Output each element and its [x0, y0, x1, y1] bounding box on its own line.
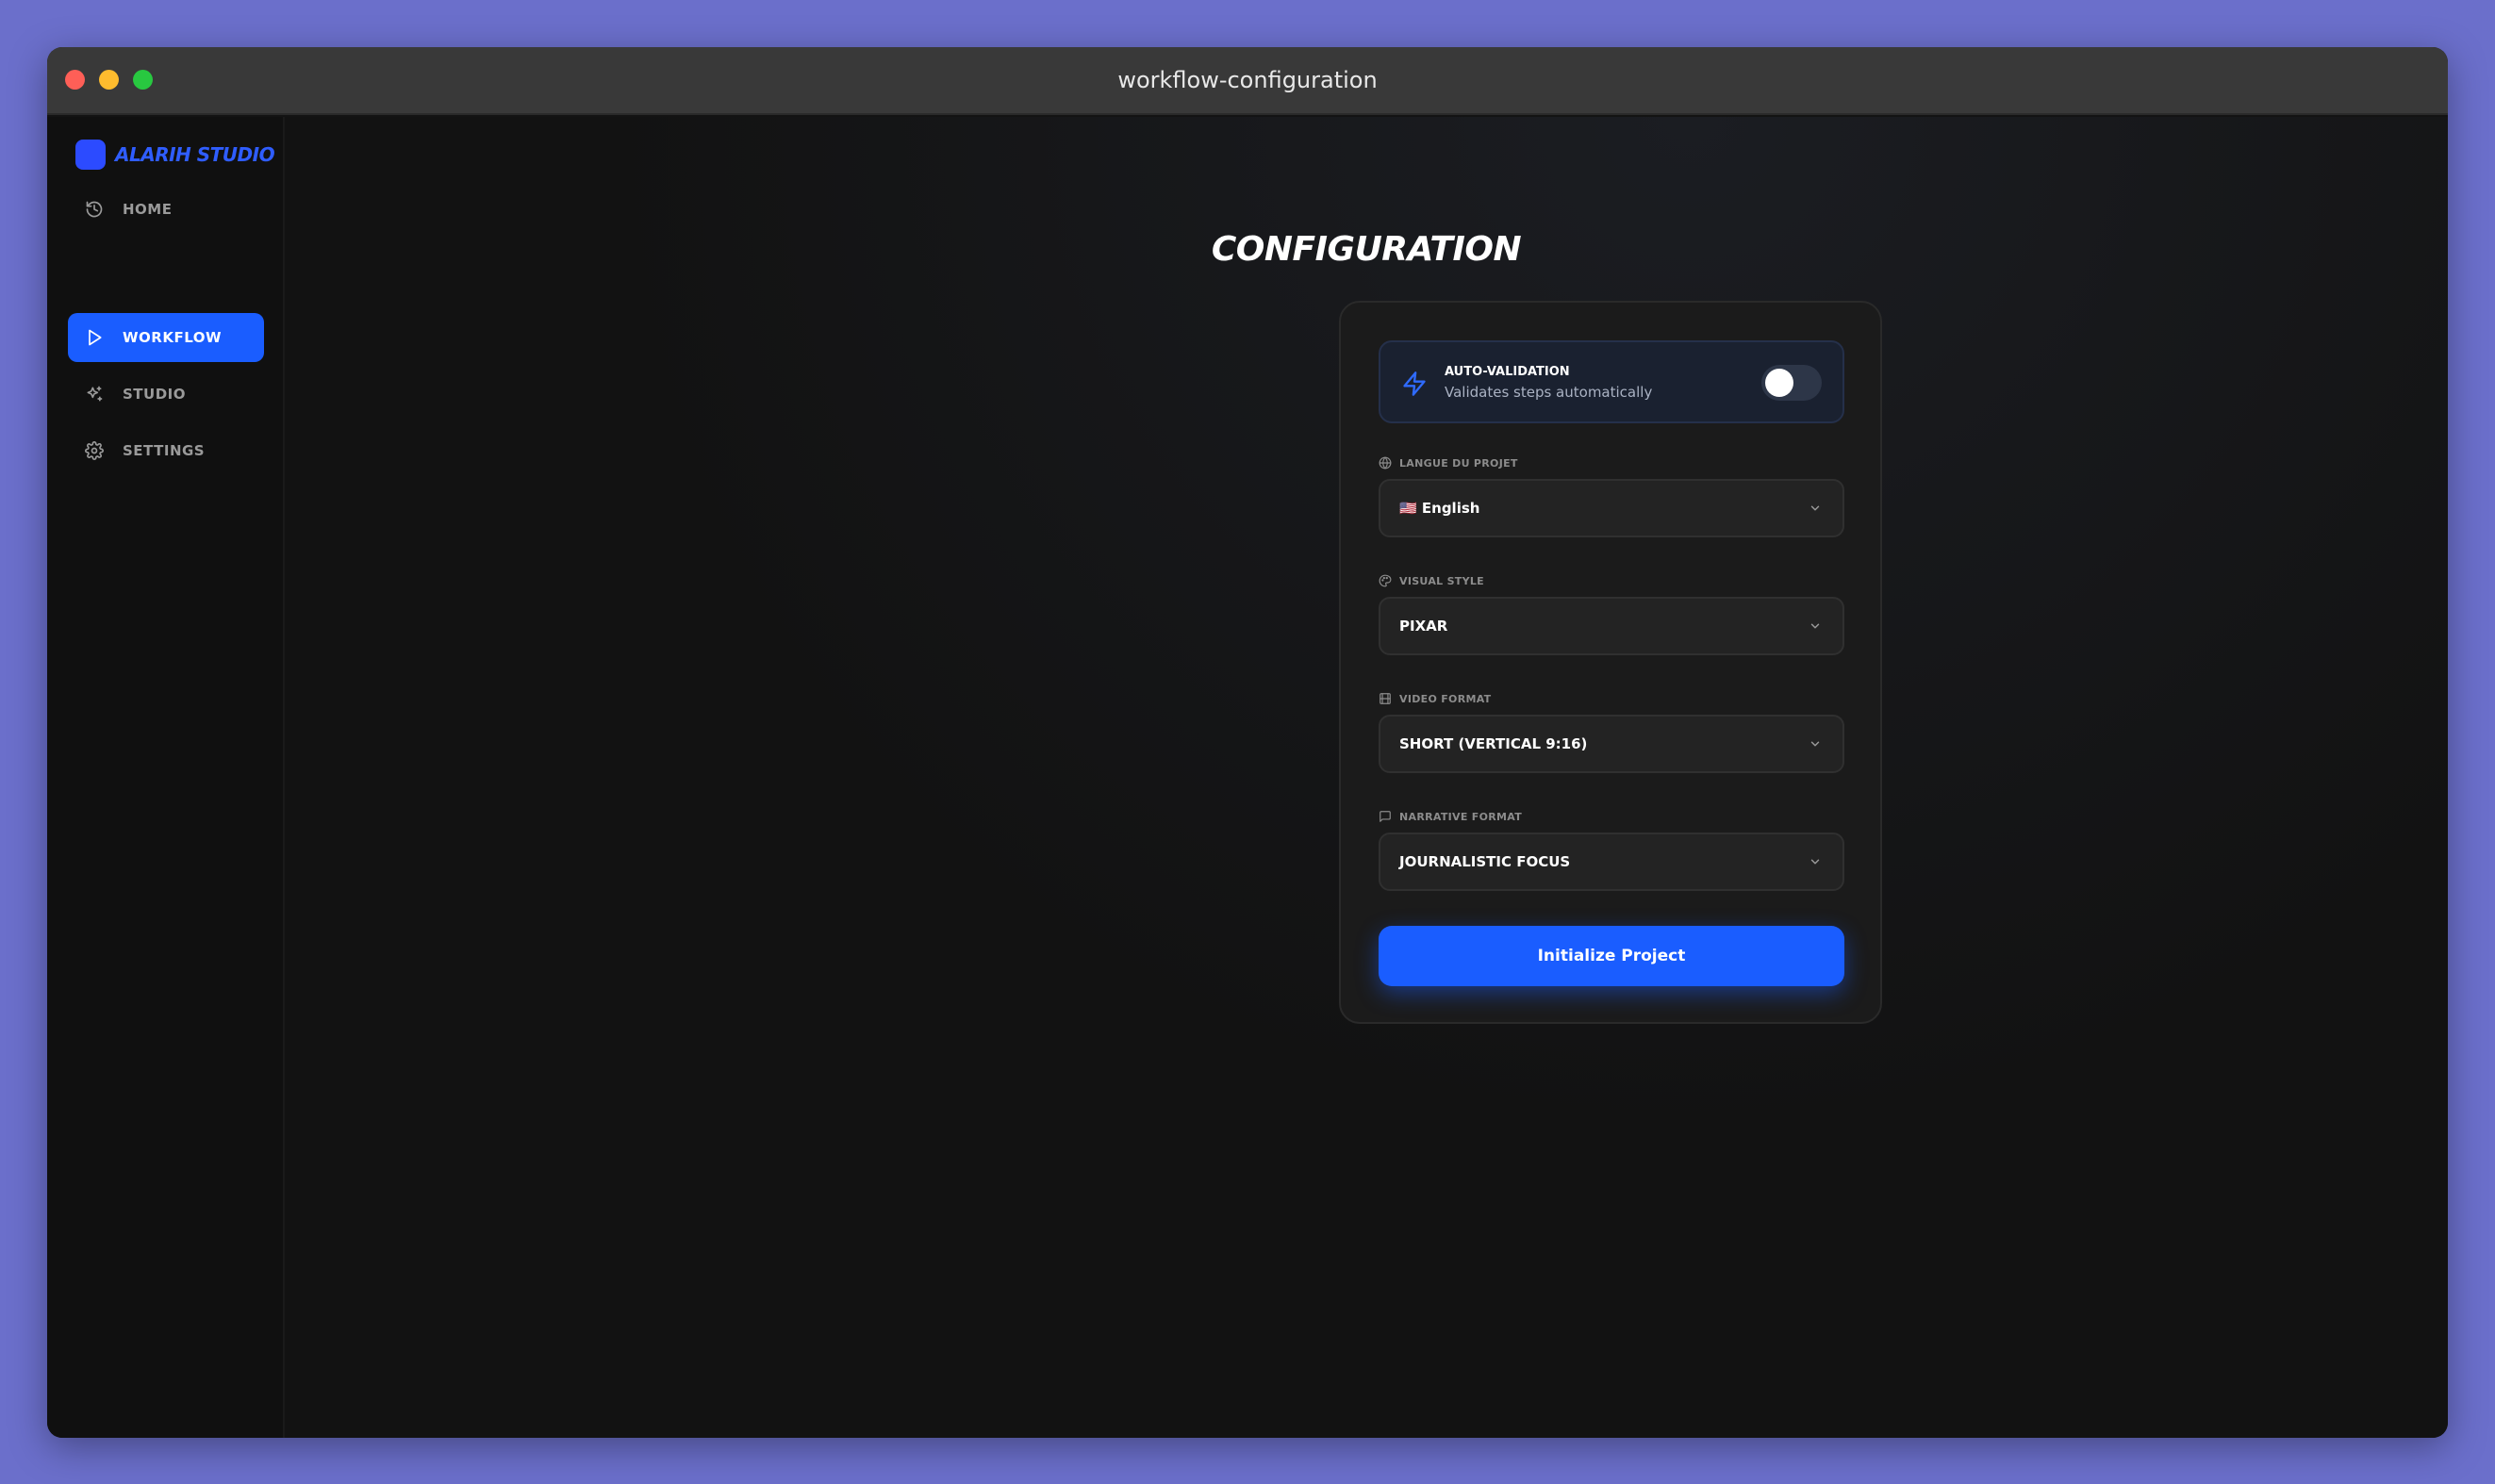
auto-validation-panel: AUTO-VALIDATION Validates steps automati… — [1379, 340, 1844, 423]
lightning-icon — [1403, 371, 1426, 396]
sidebar-item-label: STUDIO — [123, 386, 186, 403]
auto-validation-title: AUTO-VALIDATION — [1445, 365, 1570, 379]
language-select[interactable]: 🇺🇸 English — [1379, 479, 1844, 537]
minimize-window-button[interactable] — [99, 70, 119, 90]
palette-icon — [1379, 574, 1392, 587]
app-window: workflow-configuration ALARIH STUDIO HOM… — [47, 47, 2448, 1438]
window-title: workflow-configuration — [1117, 67, 1378, 93]
sidebar-item-studio[interactable]: STUDIO — [68, 370, 264, 419]
visual-style-field-label: VISUAL STYLE — [1379, 574, 1484, 587]
auto-validation-toggle[interactable] — [1761, 365, 1822, 401]
select-value: JOURNALISTIC FOCUS — [1399, 853, 1571, 870]
brand-name: ALARIH STUDIO — [115, 143, 275, 166]
history-icon — [86, 201, 103, 218]
sparkles-icon — [87, 386, 103, 402]
narrative-format-select[interactable]: JOURNALISTIC FOCUS — [1379, 833, 1844, 891]
message-icon — [1380, 811, 1391, 822]
window-controls — [65, 70, 153, 90]
sidebar-item-workflow[interactable]: WORKFLOW — [68, 313, 264, 362]
field-label-text: VIDEO FORMAT — [1399, 692, 1492, 705]
gear-icon — [85, 441, 104, 460]
main-content: CONFIGURATION AUTO-VALIDATION Validates … — [285, 117, 2448, 1438]
initialize-project-button[interactable]: Initialize Project — [1379, 926, 1844, 986]
select-value: PIXAR — [1399, 618, 1448, 635]
sidebar-item-label: SETTINGS — [123, 442, 206, 459]
chevron-down-icon — [1810, 741, 1820, 747]
field-label-text: LANGUE DU PROJET — [1399, 456, 1518, 470]
film-icon — [1380, 693, 1391, 704]
sidebar-item-label: HOME — [123, 201, 173, 218]
chevron-down-icon — [1810, 859, 1820, 865]
chevron-down-icon — [1810, 623, 1820, 629]
select-value: 🇺🇸 English — [1399, 500, 1480, 517]
auto-validation-subtitle: Validates steps automatically — [1445, 384, 1653, 401]
chevron-down-icon — [1810, 505, 1820, 511]
sidebar: ALARIH STUDIO HOME WORKFLOW STUDIO SETTI… — [47, 117, 285, 1438]
title-bar: workflow-configuration — [47, 47, 2448, 115]
narrative-format-field-label: NARRATIVE FORMAT — [1379, 810, 1522, 823]
field-label-text: VISUAL STYLE — [1399, 574, 1484, 587]
sidebar-item-settings[interactable]: SETTINGS — [68, 426, 264, 475]
language-field-label: LANGUE DU PROJET — [1379, 456, 1518, 470]
configuration-card: AUTO-VALIDATION Validates steps automati… — [1339, 301, 1882, 1024]
select-value: SHORT (VERTICAL 9:16) — [1399, 735, 1588, 752]
play-icon — [89, 329, 102, 346]
video-format-select[interactable]: SHORT (VERTICAL 9:16) — [1379, 715, 1844, 773]
sidebar-item-label: WORKFLOW — [123, 329, 223, 346]
toggle-knob — [1765, 369, 1793, 397]
globe-icon — [1379, 456, 1392, 470]
video-format-field-label: VIDEO FORMAT — [1379, 692, 1491, 705]
brand[interactable]: ALARIH STUDIO — [75, 140, 275, 170]
brand-logo — [75, 140, 106, 170]
field-label-text: NARRATIVE FORMAT — [1399, 810, 1523, 823]
close-window-button[interactable] — [65, 70, 85, 90]
maximize-window-button[interactable] — [133, 70, 153, 90]
sidebar-item-home[interactable]: HOME — [68, 185, 264, 234]
page-title: CONFIGURATION — [1211, 230, 1522, 269]
visual-style-select[interactable]: PIXAR — [1379, 597, 1844, 655]
